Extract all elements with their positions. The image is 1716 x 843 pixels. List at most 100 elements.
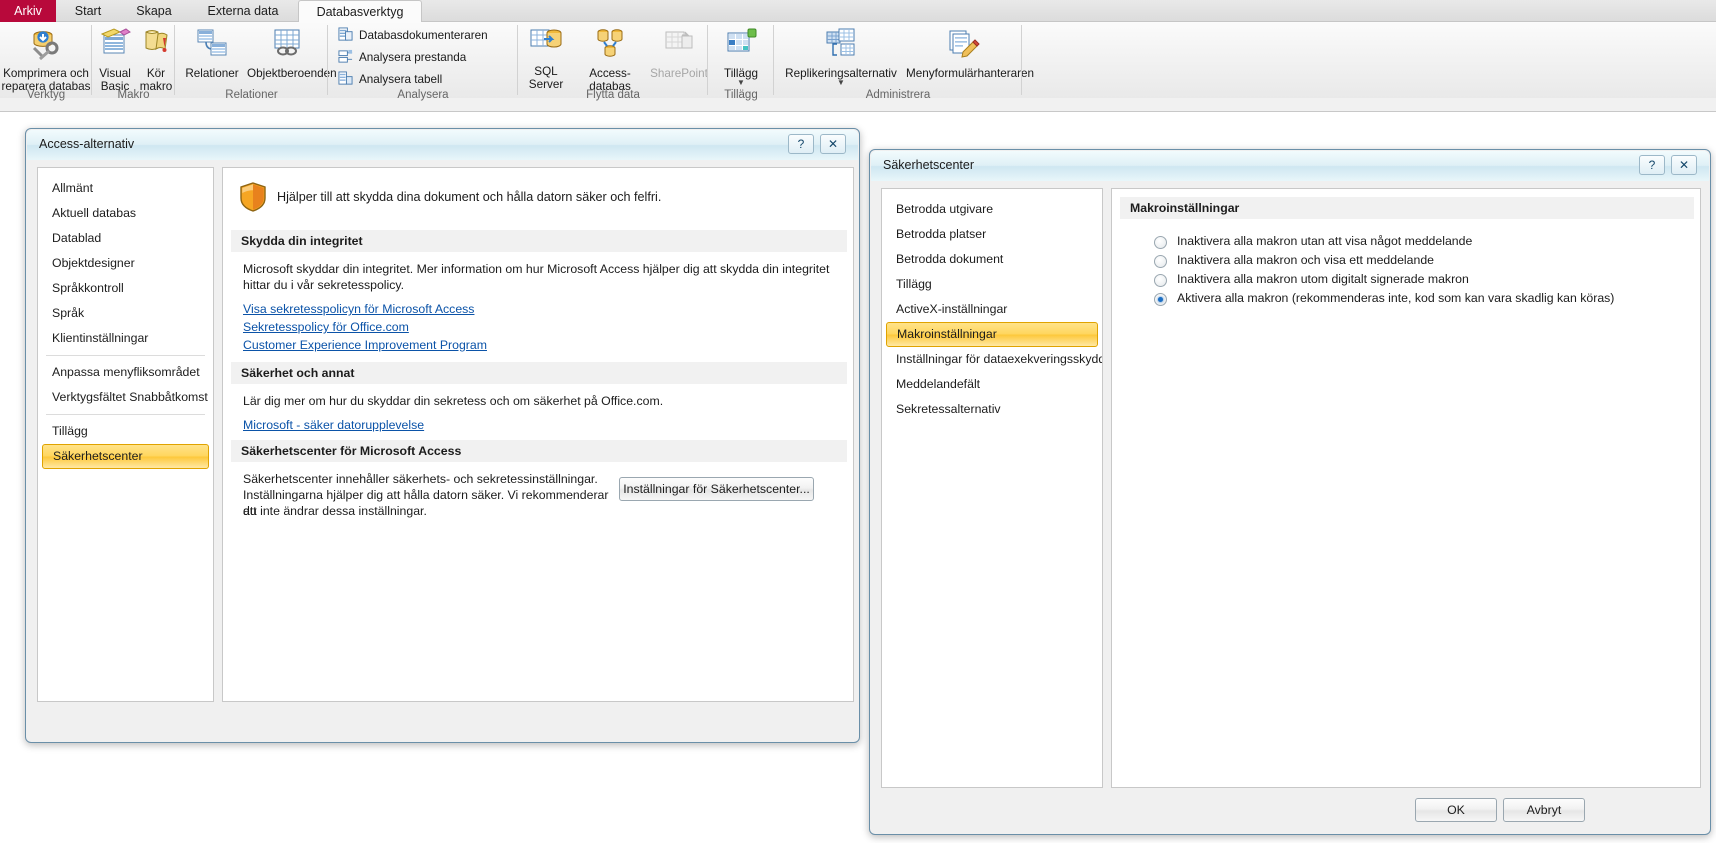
radio-disable-all-except-signed[interactable]	[1154, 274, 1167, 287]
sidebar-item-sprakkontroll[interactable]: Språkkontroll	[42, 276, 209, 301]
relationships-icon	[177, 26, 247, 65]
sidebar-item-label: Sekretessalternativ	[896, 402, 1001, 416]
addins-chevron-down-icon[interactable]: ▼	[708, 79, 774, 87]
link-privacy-statement-office[interactable]: Sekretesspolicy för Office.com	[243, 318, 409, 336]
database-documenter-label: Databasdokumenteraren	[359, 29, 488, 43]
trust-center-paragraph-line3: du inte ändrar dessa inställningar.	[243, 504, 427, 518]
access-database-button[interactable]: Access-databas	[570, 26, 650, 93]
sidebar-item-anpassa-menyfliksomradet[interactable]: Anpassa menyfliksområdet	[42, 360, 209, 385]
switchboard-manager-button[interactable]: Menyformulärhanteraren	[906, 26, 1034, 80]
sidebar-item-betrodda-dokument[interactable]: Betrodda dokument	[886, 247, 1098, 272]
sql-server-button[interactable]: SQL Server	[522, 26, 570, 91]
tab-externa-data[interactable]: Externa data	[188, 0, 298, 22]
ribbon-group-administrera-label: Administrera	[865, 89, 931, 101]
radio-disable-all-no-notification[interactable]	[1154, 236, 1167, 249]
sidebar-item-meddelandefalt[interactable]: Meddelandefält	[886, 372, 1098, 397]
sharepoint-label: SharePoint	[650, 67, 708, 80]
radio-enable-all-macros[interactable]	[1154, 293, 1167, 306]
tab-databasverktyg[interactable]: Databasverktyg	[298, 0, 422, 22]
ribbon-group-flytta-data: SQL Server Access-databas SharePoint Fly…	[518, 22, 708, 101]
group-separator	[1021, 25, 1022, 95]
switchboard-manager-icon	[906, 26, 1020, 65]
ribbon-group-verktyg-label: Verktyg	[26, 89, 66, 101]
security-banner-text: Hjälper till att skydda dina dokument oc…	[277, 190, 662, 204]
sidebar-item-sekretessalternativ[interactable]: Sekretessalternativ	[886, 397, 1098, 422]
help-button[interactable]: ?	[1639, 155, 1665, 175]
sidebar-item-label: Meddelandefält	[896, 377, 981, 391]
sidebar-item-label: ActiveX-inställningar	[896, 302, 1008, 316]
section-heading-trust-center: Säkerhetscenter för Microsoft Access	[231, 440, 847, 462]
close-button[interactable]: ✕	[1671, 155, 1697, 175]
relationships-button[interactable]: Relationer	[177, 26, 247, 80]
sidebar-item-label: Datablad	[52, 231, 102, 245]
analyze-table-button[interactable]: Analysera tabell	[338, 71, 442, 89]
analyze-performance-button[interactable]: Analysera prestanda	[338, 49, 466, 67]
sidebar-item-objektdesigner[interactable]: Objektdesigner	[42, 251, 209, 276]
sidebar-item-label: Betrodda utgivare	[896, 202, 994, 216]
ribbon-group-analysera-label: Analysera	[397, 89, 449, 101]
link-microsoft-secure-computing[interactable]: Microsoft - säker datorupplevelse	[243, 416, 424, 434]
help-button[interactable]: ?	[788, 134, 814, 154]
panel-heading-macro-settings: Makroinställningar	[1120, 197, 1694, 219]
tab-start[interactable]: Start	[56, 0, 120, 22]
compact-repair-button[interactable]: Komprimera och reparera databas	[0, 26, 92, 93]
sidebar-item-datablad[interactable]: Datablad	[42, 226, 209, 251]
database-documenter-button[interactable]: Databasdokumenteraren	[338, 27, 488, 45]
sidebar-item-tillagg[interactable]: Tillägg	[42, 419, 209, 444]
trust-center-nav: Betrodda utgivare Betrodda platser Betro…	[881, 188, 1103, 788]
analyze-performance-icon	[338, 49, 353, 67]
trust-center-titlebar[interactable]: Säkerhetscenter ? ✕	[871, 151, 1709, 181]
replication-options-chevron-down-icon[interactable]: ▼	[776, 79, 906, 87]
sharepoint-icon	[650, 26, 708, 65]
sidebar-item-verktygsfaltet-snabbatkomst[interactable]: Verktygsfältet Snabbåtkomst	[42, 385, 209, 410]
visual-basic-button[interactable]: Visual Basic	[94, 26, 136, 93]
sidebar-item-sprak[interactable]: Språk	[42, 301, 209, 326]
trust-center-ok-button[interactable]: OK	[1415, 798, 1497, 822]
link-customer-experience-program[interactable]: Customer Experience Improvement Program	[243, 336, 487, 354]
sidebar-item-label: Verktygsfältet Snabbåtkomst	[52, 390, 208, 404]
sidebar-item-activex-installningar[interactable]: ActiveX-inställningar	[886, 297, 1098, 322]
replication-options-button[interactable]: Replikeringsalternativ ▼	[776, 26, 906, 87]
sidebar-item-betrodda-platser[interactable]: Betrodda platser	[886, 222, 1098, 247]
access-options-title: Access-alternativ	[39, 137, 135, 151]
privacy-paragraph-line1: Microsoft skyddar din integritet. Mer in…	[243, 262, 830, 276]
macro-option-row-4[interactable]: Aktivera alla makron (rekommenderas inte…	[1154, 290, 1699, 312]
trust-center-cancel-button[interactable]: Avbryt	[1503, 798, 1585, 822]
ribbon-group-relationer: Relationer Objektberoenden Relationer	[175, 22, 337, 101]
macro-option-label-2: Inaktivera alla makron och visa ett medd…	[1177, 253, 1435, 267]
addins-button[interactable]: Tillägg ▼	[708, 26, 774, 87]
sidebar-item-tillagg[interactable]: Tillägg	[886, 272, 1098, 297]
sidebar-item-betrodda-utgivare[interactable]: Betrodda utgivare	[886, 197, 1098, 222]
sql-server-icon	[522, 26, 570, 63]
sharepoint-button[interactable]: SharePoint	[650, 26, 708, 80]
ribbon-group-relationer-label: Relationer	[225, 89, 278, 101]
trust-center-paragraph-line1: Säkerhetscenter innehåller säkerhets- oc…	[243, 472, 598, 486]
sidebar-item-makroinstallningar[interactable]: Makroinställningar	[886, 322, 1098, 347]
trust-center-content: Makroinställningar Inaktivera alla makro…	[1111, 188, 1701, 788]
tab-externa-data-label: Externa data	[207, 4, 279, 18]
ribbon-group-makro: Visual Basic Kör makro Makro	[92, 22, 176, 101]
sidebar-item-klientinstallningar[interactable]: Klientinställningar	[42, 326, 209, 351]
ribbon-group-tillagg: Tillägg ▼ Tillägg	[708, 22, 774, 101]
ribbon-group-administrera: Replikeringsalternativ ▼ Menyformulärhan…	[774, 22, 1034, 101]
object-dependencies-button[interactable]: Objektberoenden	[247, 26, 337, 80]
sidebar-item-aktuell-databas[interactable]: Aktuell databas	[42, 201, 209, 226]
sidebar-item-allmant[interactable]: Allmänt	[42, 176, 209, 201]
visual-basic-icon	[94, 26, 136, 65]
trust-center-dialog: Säkerhetscenter ? ✕ Betrodda utgivare Be…	[869, 149, 1711, 835]
macro-option-label-3: Inaktivera alla makron utom digitalt sig…	[1177, 272, 1469, 286]
close-button[interactable]: ✕	[820, 134, 846, 154]
access-options-titlebar[interactable]: Access-alternativ ? ✕	[27, 130, 858, 160]
tab-skapa-label: Skapa	[136, 4, 172, 18]
sidebar-item-dataexekveringsskydd[interactable]: Inställningar för dataexekveringsskydd	[886, 347, 1102, 372]
sidebar-item-sakerhetscenter[interactable]: Säkerhetscenter	[42, 444, 209, 469]
sidebar-item-label: Anpassa menyfliksområdet	[52, 365, 200, 379]
radio-disable-all-with-notification[interactable]	[1154, 255, 1167, 268]
trust-center-settings-button[interactable]: Inställningar för Säkerhetscenter...	[619, 477, 814, 501]
tab-arkiv[interactable]: Arkiv	[0, 0, 56, 22]
link-privacy-statement-access[interactable]: Visa sekretesspolicyn för Microsoft Acce…	[243, 300, 474, 318]
sidebar-item-label: Säkerhetscenter	[53, 449, 143, 463]
tab-skapa[interactable]: Skapa	[120, 0, 188, 22]
run-macro-button[interactable]: Kör makro	[136, 26, 176, 93]
replication-options-icon	[776, 26, 906, 65]
